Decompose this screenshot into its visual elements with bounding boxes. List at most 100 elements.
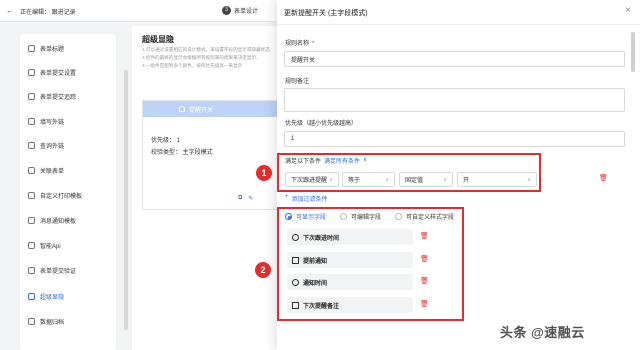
sidebar-item-submit-validation[interactable]: 表单提交验证 [28, 264, 76, 276]
annotation-badge-1: 1 [256, 165, 272, 181]
condition-value-type-value: 固定值 [405, 178, 424, 184]
radio-label: 可编辑字段 [351, 215, 382, 221]
delete-field-icon[interactable]: 🗑 [420, 256, 429, 264]
field-row[interactable]: 提前通知 [287, 252, 413, 268]
condition-field-select[interactable]: 下次跟进提醒 ∨ [285, 172, 339, 187]
sidebar-item-label: 智能Api [40, 243, 61, 250]
condition-operator-value: 等于 [348, 178, 361, 184]
page-title: 超级显隐 [142, 35, 174, 44]
sidebar-item-submit-settings[interactable]: 表单提交设置 [28, 66, 76, 78]
sidebar-scrollbar[interactable] [124, 70, 128, 330]
required-marker: * [312, 41, 315, 47]
delete-field-icon[interactable]: 🗑 [420, 301, 429, 309]
rule-note-label: 规则备注 [285, 79, 310, 85]
drawer-scrollbar[interactable] [631, 32, 635, 72]
edit-icon[interactable]: ✎ [248, 195, 253, 202]
sidebar-item-smart-api[interactable]: 智能Api [28, 239, 61, 251]
rule-card-type: 校验类型： 主字段模式 [151, 150, 213, 156]
condition-value: 开 [463, 178, 470, 184]
eye-icon [28, 92, 35, 100]
chevron-down-icon: ∨ [527, 176, 531, 183]
description-line: 3.一组件匹配到多个颜色，按照优先级高一来显示 [142, 63, 243, 68]
page-description: 1.可以通过设置相应的设计模式，来设置字段的显示或隐藏状态 2.控件的最终的显示… [142, 46, 292, 70]
copy-icon[interactable]: ⧉ [238, 195, 242, 202]
rule-name-input[interactable]: 提醒开关 [284, 51, 625, 67]
chevron-down-icon: ∨ [385, 176, 389, 183]
sidebar-item-query-link[interactable]: 查询外链 [28, 139, 64, 151]
condition-operator-select[interactable]: 等于 ∨ [342, 172, 395, 187]
radio-label: 可自定义样式字段 [406, 215, 455, 221]
sidebar-item-form-title[interactable]: 表单标题 [28, 42, 64, 54]
radio-dot [285, 213, 292, 220]
field-row[interactable]: 下次提醒备注 [287, 297, 413, 313]
field-mode-radio-group: 可显示字段 可编辑字段 可自定义样式字段 [285, 212, 454, 221]
delete-field-icon[interactable]: 🗑 [420, 278, 429, 286]
radio-editable-fields[interactable]: 可编辑字段 [340, 212, 381, 221]
chevron-down-icon: ∨ [329, 176, 333, 183]
form-icon [28, 44, 35, 52]
sidebar-item-submit-tracking[interactable]: 表单提交追踪 [28, 90, 76, 102]
step-indicator[interactable]: 3 表单设计 [222, 6, 258, 15]
sidebar-item-label: 超级显隐 [40, 294, 65, 301]
field-row[interactable]: 下次跟进时间 [287, 229, 413, 245]
priority-input[interactable]: 1 [284, 131, 625, 147]
condition-field-value: 下次跟进提醒 [291, 178, 328, 184]
archive-icon [28, 317, 35, 325]
link-icon [28, 117, 35, 125]
sidebar-item-fill-link[interactable]: 填写外链 [28, 115, 64, 127]
rule-name-label: 规则名称 * [285, 38, 314, 47]
radio-custom-style-fields[interactable]: 可自定义样式字段 [395, 212, 454, 221]
calendar-icon [292, 256, 299, 264]
sidebar-item-data-archive[interactable]: 数据归档 [28, 315, 64, 327]
sidebar-item-super-visibility[interactable]: 超级显隐 [28, 290, 64, 302]
main-content: 超级显隐 1.可以通过设置相应的设计模式，来设置字段的显示或隐藏状态 2.控件的… [132, 26, 292, 350]
breadcrumb: 正在编辑： 跟进记录 [20, 10, 76, 16]
condition-prefix: 满足以下条件 [285, 159, 322, 165]
condition-value-select[interactable]: 开 ∨ [457, 172, 537, 187]
rule-card-title: 提醒开关 [189, 107, 214, 114]
delete-field-icon[interactable]: 🗑 [420, 233, 429, 241]
left-arrow-icon[interactable]: ← [6, 6, 14, 15]
sidebar-item-related-form[interactable]: 关联表单 [28, 164, 64, 176]
field-row-label: 下次提醒备注 [303, 303, 340, 310]
step-label: 表单设计 [234, 9, 259, 15]
clock-icon [292, 233, 299, 241]
chevron-down-icon: ∨ [443, 176, 447, 183]
condition-value-type-select[interactable]: 固定值 ∨ [399, 172, 453, 187]
radio-dot [340, 213, 348, 220]
radio-visible-fields[interactable]: 可显示字段 [285, 212, 326, 221]
add-filter-label: 添加过滤条件 [291, 197, 328, 203]
sidebar-item-print-template[interactable]: 自定义打印模板 [28, 189, 82, 201]
sidebar-item-label: 数据归档 [40, 319, 65, 326]
sidebar-item-label: 表单提交追踪 [40, 94, 77, 101]
rule-card-priority: 优先级： 1 [151, 138, 181, 144]
field-row-label: 下次跟进时间 [303, 235, 340, 242]
rule-card-header: 提醒开关 [143, 101, 291, 117]
rule-card-tools: ⧉ ✎ [238, 195, 253, 202]
plus-icon: + [285, 194, 289, 200]
delete-condition-icon[interactable]: 🗑 [599, 175, 608, 183]
condition-mode-dropdown[interactable]: 满足所有条件 [324, 156, 360, 165]
message-icon [28, 216, 35, 224]
close-icon[interactable]: × [622, 5, 634, 17]
sidebar-item-label: 关联表单 [40, 168, 65, 175]
chevron-down-icon[interactable]: ∨ [363, 156, 367, 165]
sidebar-item-message-template[interactable]: 消息通知模板 [28, 214, 76, 226]
toggle-icon [28, 292, 35, 300]
description-line: 2.控件的最终的显示会根据所有规则来的结果来决定显示， [142, 55, 261, 60]
add-filter-button[interactable]: + 添加过滤条件 [285, 194, 328, 203]
note-icon [292, 301, 299, 309]
drawer-title: 更新提醒开关 (主字段模式) [284, 10, 368, 17]
sidebar-item-label: 查询外链 [40, 143, 65, 150]
print-icon [28, 191, 35, 199]
rule-note-textarea[interactable] [284, 88, 625, 112]
rule-card[interactable]: 提醒开关 优先级： 1 校验类型： 主字段模式 ⧉ ✎ [142, 100, 292, 210]
radio-dot [395, 213, 403, 220]
sidebar-item-label: 消息通知模板 [40, 218, 77, 225]
step-number: 3 [222, 6, 231, 15]
field-row[interactable]: 通知时间 [287, 274, 413, 290]
link-icon [28, 141, 35, 149]
sidebar-item-label: 表单提交验证 [40, 268, 77, 275]
sidebar-item-label: 自定义打印模板 [40, 193, 83, 200]
sidebar-item-label: 表单提交设置 [40, 70, 77, 77]
